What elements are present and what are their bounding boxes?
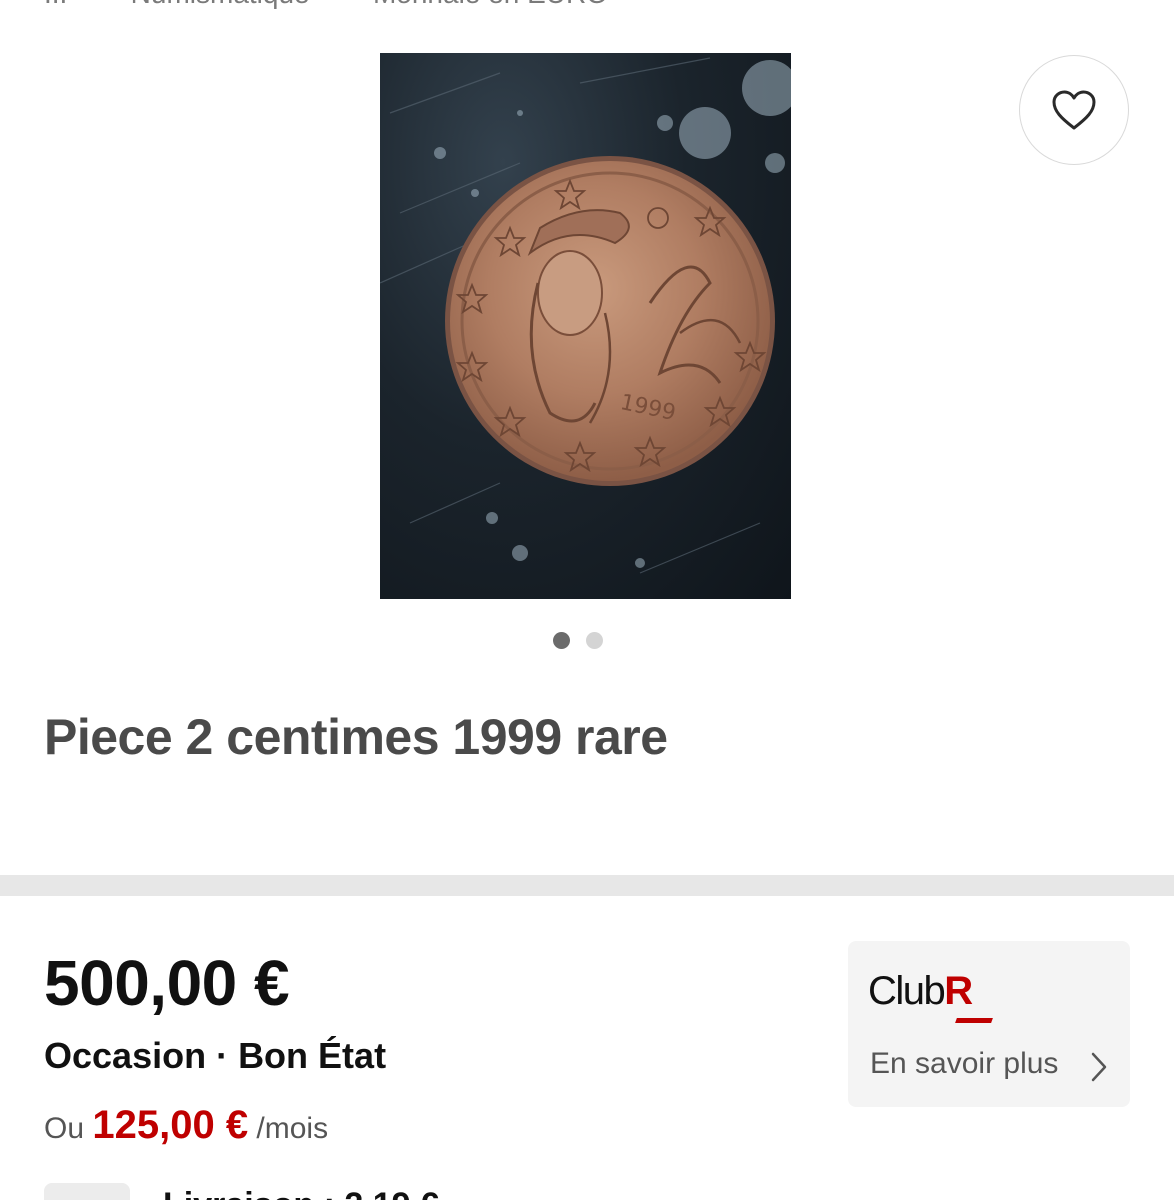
breadcrumb: ... › Numismatique › Monnaie en EURO (44, 0, 608, 10)
club-logo-underline (955, 1018, 993, 1023)
installment-offer: Ou 125,00 € /mois (44, 1103, 328, 1148)
breadcrumb-separator: › (95, 0, 102, 7)
breadcrumb-item-monnaie-euro[interactable]: Monnaie en EURO (373, 0, 608, 10)
club-logo-text: Club (868, 969, 946, 1013)
delivery-text: Livraison : 2,19 € (163, 1186, 439, 1200)
club-r-logo: ClubR (868, 969, 973, 1014)
club-r-card[interactable]: ClubR En savoir plus (848, 941, 1130, 1107)
installment-suffix: /mois (256, 1112, 329, 1145)
favorite-button[interactable] (1019, 55, 1129, 165)
installment-prefix: Ou (44, 1112, 85, 1145)
chevron-right-icon (1091, 1052, 1107, 1082)
breadcrumb-separator: › (338, 0, 345, 7)
product-image-coin[interactable]: 1999 (380, 53, 791, 599)
gallery-pagination (553, 632, 603, 649)
delivery-icon-chip (44, 1183, 130, 1200)
gallery-dot-1[interactable] (553, 632, 570, 649)
product-page: ... › Numismatique › Monnaie en EURO (0, 0, 1174, 1200)
gallery-dot-2[interactable] (586, 632, 603, 649)
coin: 1999 (445, 156, 775, 486)
product-condition: Occasion · Bon État (44, 1035, 387, 1076)
breadcrumb-item-numismatique[interactable]: Numismatique (131, 0, 310, 10)
installment-amount: 125,00 € (92, 1103, 249, 1147)
section-divider (0, 875, 1174, 896)
breadcrumb-item-ellipsis[interactable]: ... (44, 0, 67, 10)
heart-outline-icon (1052, 90, 1096, 130)
product-price: 500,00 € (44, 947, 290, 1019)
product-title: Piece 2 centimes 1999 rare (44, 709, 668, 765)
coin-photo: 1999 (380, 57, 791, 574)
club-logo-letter: R (944, 969, 974, 1013)
club-learn-more-link[interactable]: En savoir plus (870, 1047, 1058, 1081)
